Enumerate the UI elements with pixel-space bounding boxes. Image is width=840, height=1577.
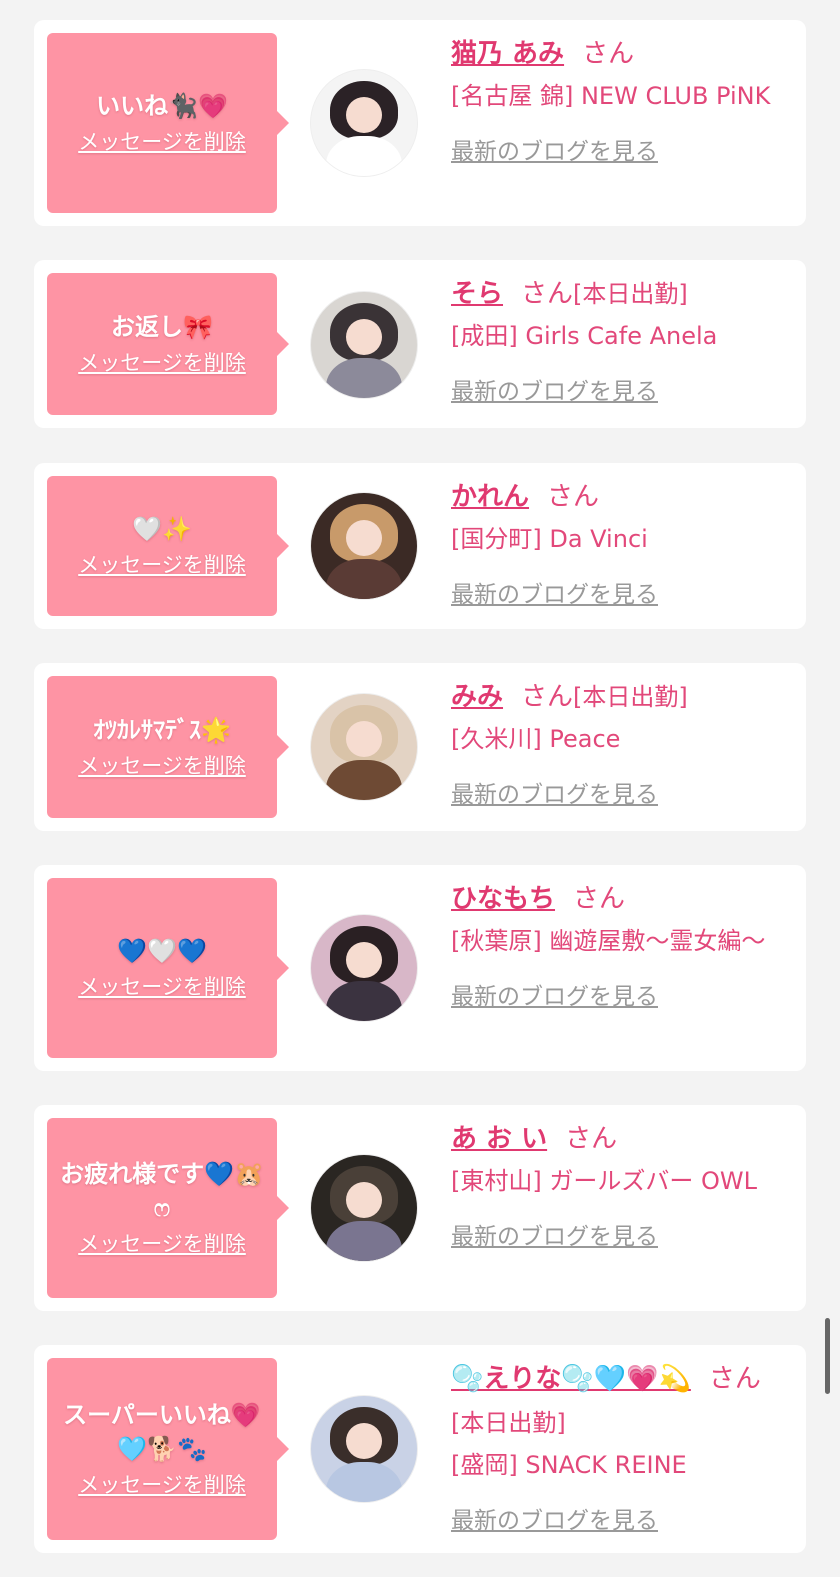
avatar[interactable] — [311, 292, 417, 398]
attendance-badge: [本日出勤] — [573, 683, 688, 711]
cast-info: そら さん[本日出勤] [成田] Girls Cafe Anela 最新のブログを… — [451, 272, 791, 412]
shop-name: [久米川] Peace — [451, 725, 621, 753]
avatar[interactable] — [311, 1396, 417, 1502]
latest-blog-link[interactable]: 最新のブログを見る — [451, 977, 658, 1017]
cast-name-link[interactable]: ひなもち — [451, 884, 555, 914]
message-text: 💙🤍💙 — [117, 937, 207, 965]
latest-blog-link[interactable]: 最新のブログを見る — [451, 132, 658, 172]
delete-message-link[interactable]: メッセージを削除 — [78, 972, 246, 1002]
cast-name-link[interactable]: かれん — [451, 482, 529, 512]
message-box: 💙🤍💙 メッセージを削除 — [47, 878, 289, 1058]
cast-name-link[interactable]: あ お い — [451, 1124, 547, 1154]
cast-name-link[interactable]: みみ — [451, 682, 503, 712]
attendance-badge: [本日出勤] — [451, 1409, 566, 1437]
cast-info: みみ さん[本日出勤] [久米川] Peace 最新のブログを見る — [451, 675, 791, 815]
cast-name-link[interactable]: 🫧えりな🫧🩵💗💫 — [451, 1364, 691, 1394]
honorific: さん — [521, 682, 574, 712]
message-box: 🤍✨ メッセージを削除 — [47, 476, 289, 616]
message-box: いいね🐈‍⬛💗 メッセージを削除 — [47, 33, 289, 213]
delete-message-link[interactable]: メッセージを削除 — [78, 751, 246, 781]
message-text: 🤍✨ — [132, 515, 192, 543]
message-text: お返し🎀 — [111, 313, 213, 341]
latest-blog-link[interactable]: 最新のブログを見る — [451, 1217, 658, 1257]
cast-info: かれん さん [国分町] Da Vinci 最新のブログを見る — [451, 475, 791, 615]
message-card: スーパーいいね💗🩵🐕🐾 メッセージを削除 🫧えりな🫧🩵💗💫 さん [本日出勤] [盛… — [34, 1345, 806, 1553]
shop-name: [東村山] ガールズバー OWL — [451, 1167, 757, 1195]
message-text: お疲れ様です💙🐹ෆ — [60, 1160, 264, 1222]
honorific: さん — [547, 482, 600, 512]
message-card: 💙🤍💙 メッセージを削除 ひなもち さん [秋葉原] 幽遊屋敷〜霊女編〜 最新のブ… — [34, 865, 806, 1071]
cast-info: あ お いさん [東村山] ガールズバー OWL 最新のブログを見る — [451, 1117, 791, 1257]
shop-name: [名古屋 錦] NEW CLUB PiNK — [451, 82, 771, 110]
shop-name: [秋葉原] 幽遊屋敷〜霊女編〜 — [451, 927, 766, 955]
message-card: お疲れ様です💙🐹ෆ メッセージを削除 あ お いさん [東村山] ガールズバー … — [34, 1105, 806, 1311]
message-box: お返し🎀 メッセージを削除 — [47, 273, 289, 415]
delete-message-link[interactable]: メッセージを削除 — [78, 127, 246, 157]
cast-info: 🫧えりな🫧🩵💗💫 さん [本日出勤] [盛岡] SNACK REINE 最新のブログ… — [451, 1357, 791, 1541]
honorific: さん — [708, 1364, 761, 1394]
message-text: スーパーいいね💗🩵🐕🐾 — [63, 1401, 261, 1463]
latest-blog-link[interactable]: 最新のブログを見る — [451, 1501, 658, 1541]
cast-info: ひなもち さん [秋葉原] 幽遊屋敷〜霊女編〜 最新のブログを見る — [451, 877, 791, 1017]
delete-message-link[interactable]: メッセージを削除 — [78, 1229, 246, 1259]
message-box: スーパーいいね💗🩵🐕🐾 メッセージを削除 — [47, 1358, 289, 1540]
avatar[interactable] — [311, 1155, 417, 1261]
scrollbar-thumb[interactable] — [825, 1318, 830, 1394]
honorific: さん — [582, 39, 635, 69]
message-box: お疲れ様です💙🐹ෆ メッセージを削除 — [47, 1118, 289, 1298]
avatar[interactable] — [311, 915, 417, 1021]
delete-message-link[interactable]: メッセージを削除 — [78, 1470, 246, 1500]
delete-message-link[interactable]: メッセージを削除 — [78, 348, 246, 378]
message-text: ｵﾂｶﾚｻﾏﾃﾞｽ🌟 — [93, 716, 231, 744]
delete-message-link[interactable]: メッセージを削除 — [78, 550, 246, 580]
message-card: 🤍✨ メッセージを削除 かれん さん [国分町] Da Vinci 最新のブログを… — [34, 463, 806, 629]
shop-name: [国分町] Da Vinci — [451, 525, 648, 553]
latest-blog-link[interactable]: 最新のブログを見る — [451, 372, 658, 412]
cast-name-link[interactable]: 猫乃 あみ — [451, 39, 564, 69]
honorific: さん — [573, 884, 626, 914]
latest-blog-link[interactable]: 最新のブログを見る — [451, 575, 658, 615]
message-card: いいね🐈‍⬛💗 メッセージを削除 猫乃 あみ さん [名古屋 錦] NEW CLU… — [34, 20, 806, 226]
avatar[interactable] — [311, 70, 417, 176]
honorific: さん — [521, 279, 574, 309]
shop-name: [盛岡] SNACK REINE — [451, 1451, 687, 1479]
message-card: お返し🎀 メッセージを削除 そら さん[本日出勤] [成田] Girls Cafe… — [34, 260, 806, 428]
cast-name-link[interactable]: そら — [451, 279, 503, 309]
avatar[interactable] — [311, 694, 417, 800]
attendance-badge: [本日出勤] — [573, 280, 688, 308]
avatar[interactable] — [311, 493, 417, 599]
latest-blog-link[interactable]: 最新のブログを見る — [451, 775, 658, 815]
honorific: さん — [565, 1124, 618, 1154]
message-box: ｵﾂｶﾚｻﾏﾃﾞｽ🌟 メッセージを削除 — [47, 676, 289, 818]
message-text: いいね🐈‍⬛💗 — [96, 92, 228, 120]
message-card: ｵﾂｶﾚｻﾏﾃﾞｽ🌟 メッセージを削除 みみ さん[本日出勤] [久米川] Pea… — [34, 663, 806, 831]
shop-name: [成田] Girls Cafe Anela — [451, 322, 718, 350]
cast-info: 猫乃 あみ さん [名古屋 錦] NEW CLUB PiNK 最新のブログを見る — [451, 32, 791, 172]
